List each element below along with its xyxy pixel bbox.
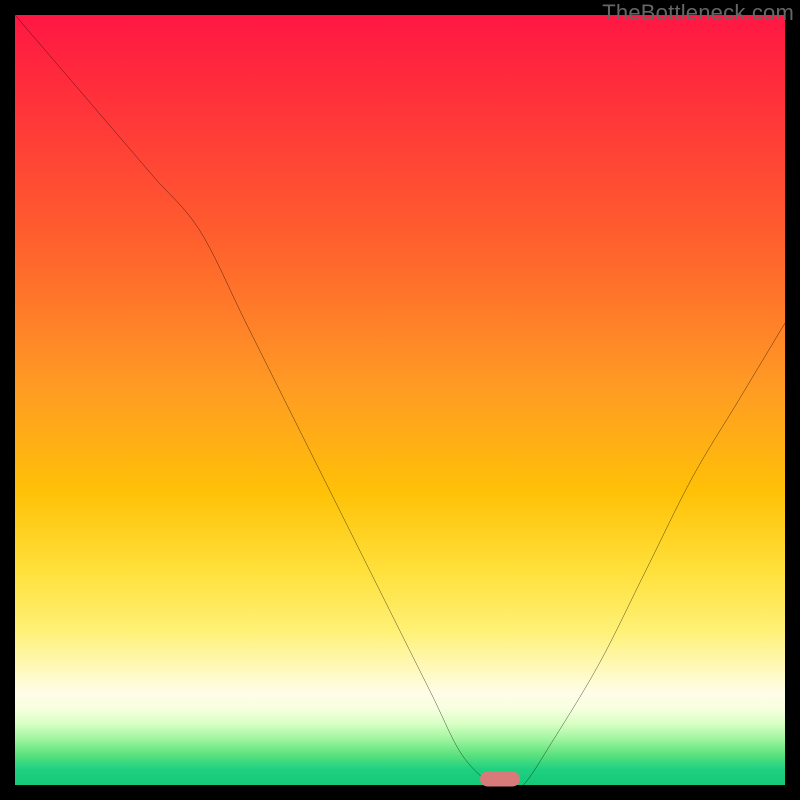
watermark-text: TheBottleneck.com: [602, 0, 794, 26]
bottleneck-curve: [15, 15, 785, 785]
plot-area: [15, 15, 785, 785]
chart-frame: TheBottleneck.com: [0, 0, 800, 800]
optimal-marker: [480, 772, 520, 787]
